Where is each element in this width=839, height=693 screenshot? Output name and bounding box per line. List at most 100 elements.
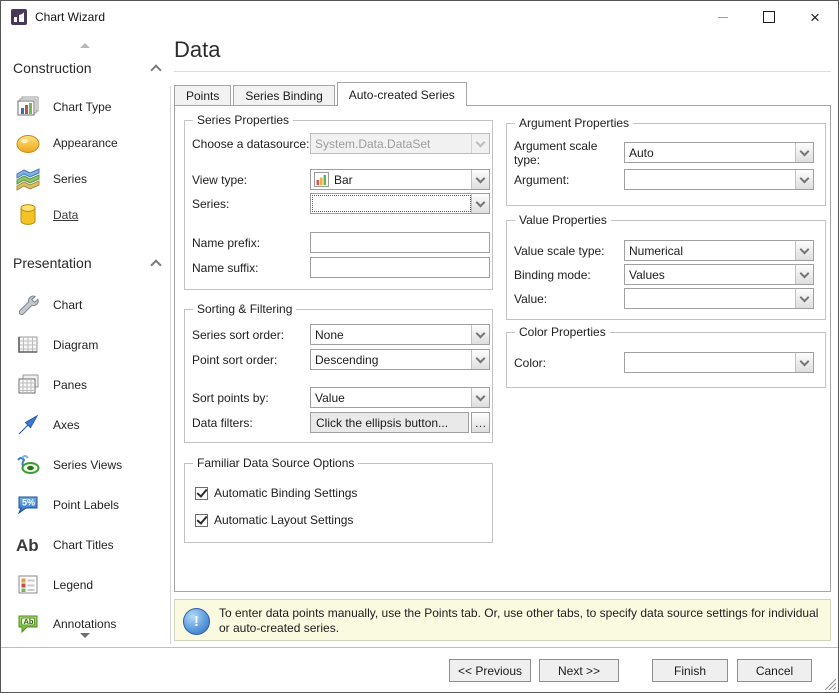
group-title: Familiar Data Source Options <box>193 456 358 470</box>
sidebar-item-series-views[interactable]: Series Views <box>1 450 170 480</box>
dropdown-button[interactable] <box>471 325 489 344</box>
sidebar-section-construction[interactable]: Construction <box>13 58 160 78</box>
info-bar: ! To enter data points manually, use the… <box>174 599 831 641</box>
chevron-down-icon <box>476 329 486 339</box>
annotations-icon: Ab <box>15 611 41 637</box>
datasource-combobox: System.Data.DataSet <box>310 133 490 154</box>
point-labels-icon: 5% <box>15 492 41 518</box>
sidebar-item-axes[interactable]: Axes <box>1 410 170 440</box>
dropdown-button[interactable] <box>795 241 813 260</box>
dropdown-button[interactable] <box>795 143 813 162</box>
automatic-binding-settings-checkbox[interactable]: Automatic Binding Settings <box>195 485 357 501</box>
dropdown-button[interactable] <box>795 265 813 284</box>
dropdown-button[interactable] <box>795 170 813 189</box>
panes-icon <box>15 372 41 398</box>
series-icon <box>15 166 41 192</box>
dropdown-button[interactable] <box>471 388 489 407</box>
appearance-icon <box>15 130 41 156</box>
sidebar-item-diagram[interactable]: Diagram <box>1 330 170 360</box>
sidebar-item-data[interactable]: Data <box>1 200 170 230</box>
argument-combobox[interactable] <box>624 169 814 190</box>
group-title: Color Properties <box>515 325 610 339</box>
cancel-button[interactable]: Cancel <box>737 659 812 682</box>
color-combobox[interactable] <box>624 352 814 373</box>
checkbox-box[interactable] <box>195 487 208 500</box>
close-icon: × <box>810 9 820 26</box>
point-sort-order-label: Point sort order: <box>192 353 310 367</box>
view-type-combobox[interactable]: Bar <box>310 169 490 190</box>
tab-points[interactable]: Points <box>174 85 231 106</box>
chevron-down-icon <box>476 138 486 148</box>
group-series-properties: Series Properties Choose a datasource: S… <box>184 120 493 290</box>
minimize-button[interactable] <box>700 1 746 33</box>
sidebar-item-chart[interactable]: Chart <box>1 290 170 320</box>
check-icon <box>196 486 207 498</box>
checkbox-box[interactable] <box>195 514 208 527</box>
name-suffix-input[interactable] <box>310 257 490 278</box>
binding-mode-combobox[interactable]: Values <box>624 264 814 285</box>
view-type-label: View type: <box>192 173 310 187</box>
wrench-icon <box>15 292 41 318</box>
sort-points-by-combobox[interactable]: Value <box>310 387 490 408</box>
value-label: Value: <box>514 292 624 306</box>
sidebar-scroll-down-icon[interactable] <box>80 633 90 638</box>
data-filters-label: Data filters: <box>192 416 310 430</box>
page-title: Data <box>174 37 220 63</box>
group-title: Value Properties <box>515 213 611 227</box>
dropdown-button[interactable] <box>795 353 813 372</box>
automatic-layout-settings-checkbox[interactable]: Automatic Layout Settings <box>195 512 353 528</box>
chevron-down-icon <box>800 174 810 184</box>
group-title: Series Properties <box>193 113 293 127</box>
data-filters-field[interactable]: Click the ellipsis button... <box>310 412 469 433</box>
sidebar-scroll-up-icon[interactable] <box>80 43 90 48</box>
next-button[interactable]: Next >> <box>539 659 619 682</box>
sidebar-section-presentation[interactable]: Presentation <box>13 253 160 273</box>
chevron-up-icon <box>150 64 161 75</box>
ellipsis-button[interactable]: … <box>471 412 490 433</box>
argument-scale-type-combobox[interactable]: Auto <box>624 142 814 163</box>
chevron-down-icon <box>476 392 486 402</box>
chart-titles-icon: Ab <box>15 532 41 558</box>
sidebar-item-panes[interactable]: Panes <box>1 370 170 400</box>
name-prefix-label: Name prefix: <box>192 236 310 250</box>
chevron-up-icon <box>150 259 161 270</box>
sidebar-item-chart-titles[interactable]: Ab Chart Titles <box>1 530 170 560</box>
sidebar-item-chart-type[interactable]: Chart Type <box>1 92 170 122</box>
sidebar-item-appearance[interactable]: Appearance <box>1 128 170 158</box>
diagram-icon <box>15 332 41 358</box>
group-title: Argument Properties <box>515 116 633 130</box>
name-prefix-input[interactable] <box>310 232 490 253</box>
dropdown-button[interactable] <box>471 170 489 189</box>
value-scale-type-combobox[interactable]: Numerical <box>624 240 814 261</box>
app-icon <box>11 9 27 25</box>
minimize-icon <box>718 17 728 18</box>
sidebar-item-series[interactable]: Series <box>1 164 170 194</box>
info-icon: ! <box>183 608 210 635</box>
group-sorting-filtering: Sorting & Filtering Series sort order: N… <box>184 309 493 443</box>
legend-icon <box>15 572 41 598</box>
argument-label: Argument: <box>514 173 624 187</box>
dropdown-button[interactable] <box>795 289 813 308</box>
chevron-down-icon <box>800 147 810 157</box>
sidebar-item-legend[interactable]: Legend <box>1 570 170 600</box>
maximize-button[interactable] <box>746 1 792 33</box>
value-combobox[interactable] <box>624 288 814 309</box>
group-value-properties: Value Properties Value scale type: Numer… <box>506 220 826 320</box>
tab-series-binding[interactable]: Series Binding <box>233 85 334 106</box>
wizard-sidebar: Construction Chart Type Appearance <box>1 33 170 645</box>
finish-button[interactable]: Finish <box>652 659 728 682</box>
tab-auto-created-series[interactable]: Auto-created Series <box>337 82 467 106</box>
close-button[interactable]: × <box>792 1 838 33</box>
series-combobox[interactable] <box>310 193 490 214</box>
resize-grip[interactable] <box>823 677 836 690</box>
series-sort-order-combobox[interactable]: None <box>310 324 490 345</box>
previous-button[interactable]: << Previous <box>449 659 531 682</box>
svg-text:Ab: Ab <box>16 536 39 555</box>
sidebar-item-point-labels[interactable]: 5% Point Labels <box>1 490 170 520</box>
dropdown-button <box>471 134 489 153</box>
dropdown-button[interactable] <box>471 350 489 369</box>
series-sort-order-label: Series sort order: <box>192 328 310 342</box>
axes-icon <box>15 412 41 438</box>
dropdown-button[interactable] <box>471 194 489 213</box>
point-sort-order-combobox[interactable]: Descending <box>310 349 490 370</box>
